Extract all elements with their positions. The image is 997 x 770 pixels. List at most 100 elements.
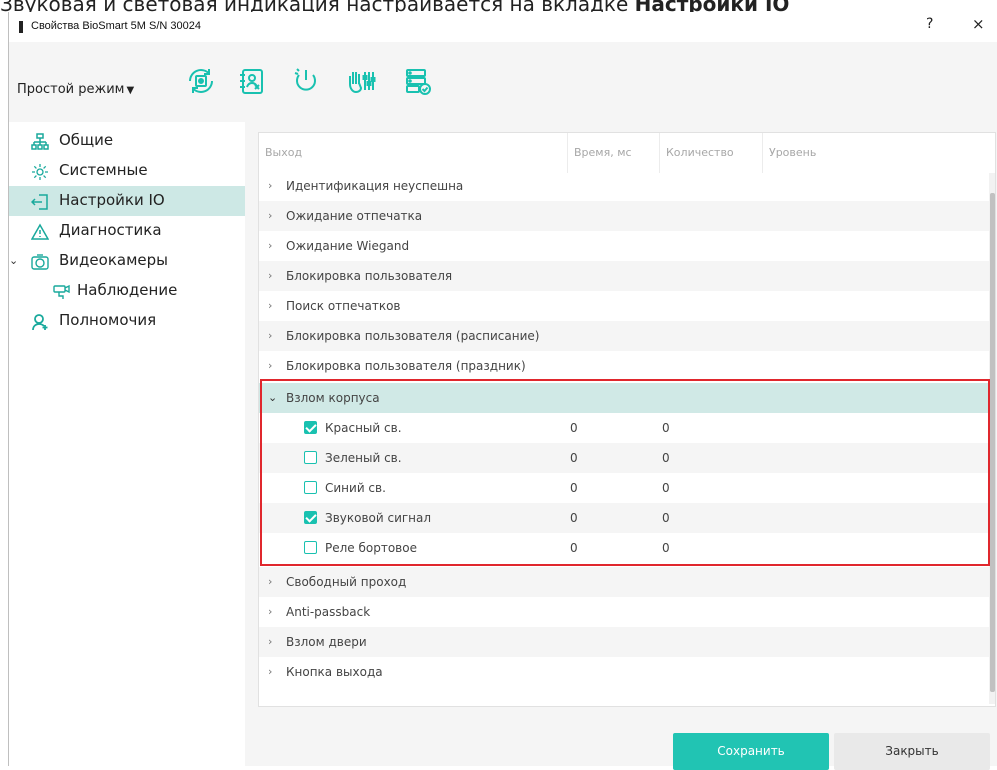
sidebar-item-general[interactable]: Общие xyxy=(9,126,245,156)
child-row[interactable]: Красный св. 0 0 xyxy=(259,413,989,443)
chevron-down-icon[interactable]: ⌄ xyxy=(268,383,277,413)
row-label: Ожидание Wiegand xyxy=(286,239,410,253)
time-value[interactable]: 0 xyxy=(570,473,578,503)
table-header: Выход Время, мс Количество Уровень xyxy=(259,133,995,173)
row-label: Зеленый св. xyxy=(325,451,402,465)
row-label: Блокировка пользователя (праздник) xyxy=(286,359,526,373)
table-row-expanded[interactable]: ⌄ Взлом корпуса xyxy=(259,383,989,413)
outputs-table: Выход Время, мс Количество Уровень › Иде… xyxy=(258,132,996,707)
row-label: Красный св. xyxy=(325,421,402,435)
row-label: Поиск отпечатков xyxy=(286,299,401,313)
sidebar-item-label: Диагностика xyxy=(59,221,162,239)
time-value[interactable]: 0 xyxy=(570,503,578,533)
power-icon[interactable] xyxy=(289,64,323,98)
table-row[interactable]: › Блокировка пользователя (праздник) xyxy=(259,351,989,381)
title-bar: Свойства BioSmart 5M S/N 30024 ? × xyxy=(9,12,997,42)
row-label: Звуковой сигнал xyxy=(325,511,432,525)
table-row[interactable]: › Кнопка выхода xyxy=(259,657,989,687)
sidebar-item-cameras[interactable]: ⌄ Видеокамеры xyxy=(9,246,245,276)
sidebar-item-diagnostics[interactable]: Диагностика xyxy=(9,216,245,246)
row-label: Взлом двери xyxy=(286,635,367,649)
properties-window: Свойства BioSmart 5M S/N 30024 ? × Прост… xyxy=(8,12,997,770)
table-row[interactable]: › Свободный проход xyxy=(259,567,989,597)
row-label: Взлом корпуса xyxy=(286,391,380,405)
count-value[interactable]: 0 xyxy=(662,413,670,443)
camera-icon xyxy=(31,252,49,270)
chevron-right-icon[interactable]: › xyxy=(268,657,272,687)
chevron-down-icon: ▼ xyxy=(126,85,135,96)
chevron-right-icon[interactable]: › xyxy=(268,261,272,291)
checkbox-red-light[interactable] xyxy=(304,421,317,434)
chevron-right-icon[interactable]: › xyxy=(268,627,272,657)
count-value[interactable]: 0 xyxy=(662,503,670,533)
scrollbar-thumb[interactable] xyxy=(990,193,995,692)
chevron-right-icon[interactable]: › xyxy=(268,171,272,201)
row-label: Блокировка пользователя xyxy=(286,269,453,283)
table-row[interactable]: › Идентификация неуспешна xyxy=(259,171,989,201)
time-value[interactable]: 0 xyxy=(570,533,578,563)
chevron-right-icon[interactable]: › xyxy=(268,321,272,351)
sidebar-item-label: Общие xyxy=(59,131,114,149)
checkbox-green-light[interactable] xyxy=(304,451,317,464)
row-label: Блокировка пользователя (расписание) xyxy=(286,329,540,343)
chevron-right-icon[interactable]: › xyxy=(268,291,272,321)
window-title: Свойства BioSmart 5M S/N 30024 xyxy=(31,20,201,32)
time-value[interactable]: 0 xyxy=(570,413,578,443)
checkbox-sound-signal[interactable] xyxy=(304,511,317,524)
save-button[interactable]: Сохранить xyxy=(673,733,829,770)
table-row[interactable]: › Ожидание отпечатка xyxy=(259,201,989,231)
child-row[interactable]: Реле бортовое 0 0 xyxy=(259,533,989,563)
chevron-right-icon[interactable]: › xyxy=(268,597,272,627)
chevron-right-icon[interactable]: › xyxy=(268,201,272,231)
hand-sliders-icon[interactable] xyxy=(344,64,378,98)
time-value[interactable]: 0 xyxy=(570,443,578,473)
table-row[interactable]: › Блокировка пользователя (расписание) xyxy=(259,321,989,351)
column-header-time[interactable]: Время, мс xyxy=(568,133,660,173)
close-window-button[interactable]: × xyxy=(972,15,985,33)
table-row[interactable]: › Ожидание Wiegand xyxy=(259,231,989,261)
table-row[interactable]: › Anti-passback xyxy=(259,597,989,627)
checkbox-blue-light[interactable] xyxy=(304,481,317,494)
sidebar-item-io-settings[interactable]: Настройки IO xyxy=(9,186,245,216)
mode-label: Простой режим xyxy=(17,82,125,97)
column-header-output[interactable]: Выход xyxy=(259,133,568,173)
count-value[interactable]: 0 xyxy=(662,473,670,503)
row-label: Ожидание отпечатка xyxy=(286,209,423,223)
app-icon xyxy=(19,21,23,33)
server-check-icon[interactable] xyxy=(401,64,435,98)
checkbox-onboard-relay[interactable] xyxy=(304,541,317,554)
help-button[interactable]: ? xyxy=(926,16,933,32)
chevron-down-icon[interactable]: ⌄ xyxy=(9,247,18,275)
warning-icon xyxy=(30,222,50,240)
sidebar: Общие Системные Настройки IO Диагностика… xyxy=(9,122,245,766)
network-icon xyxy=(31,132,49,150)
sidebar-item-label: Видеокамеры xyxy=(59,251,168,269)
table-row[interactable]: › Блокировка пользователя xyxy=(259,261,989,291)
user-add-icon xyxy=(31,312,49,331)
close-button[interactable]: Закрыть xyxy=(834,733,990,770)
mode-dropdown[interactable]: Простой режим ▼ xyxy=(17,82,134,97)
sidebar-item-label: Настройки IO xyxy=(59,191,165,209)
column-header-count[interactable]: Количество xyxy=(660,133,763,173)
table-row[interactable]: › Взлом двери xyxy=(259,627,989,657)
chevron-right-icon[interactable]: › xyxy=(268,231,272,261)
table-row[interactable]: › Поиск отпечатков xyxy=(259,291,989,321)
row-label: Реле бортовое xyxy=(325,541,417,555)
signin-icon xyxy=(30,192,49,210)
child-row[interactable]: Звуковой сигнал 0 0 xyxy=(259,503,989,533)
cctv-icon xyxy=(53,282,71,300)
count-value[interactable]: 0 xyxy=(662,533,670,563)
row-label: Свободный проход xyxy=(286,575,407,589)
child-row[interactable]: Зеленый св. 0 0 xyxy=(259,443,989,473)
count-value[interactable]: 0 xyxy=(662,443,670,473)
chevron-right-icon[interactable]: › xyxy=(268,351,272,381)
column-header-level[interactable]: Уровень xyxy=(763,133,989,173)
contact-card-icon[interactable] xyxy=(235,64,269,98)
sidebar-item-permissions[interactable]: Полномочия xyxy=(9,306,245,336)
child-row[interactable]: Синий св. 0 0 xyxy=(259,473,989,503)
sidebar-item-system[interactable]: Системные xyxy=(9,156,245,186)
row-label: Кнопка выхода xyxy=(286,665,383,679)
sync-chip-icon[interactable] xyxy=(184,64,218,98)
chevron-right-icon[interactable]: › xyxy=(268,567,272,597)
sidebar-item-surveillance[interactable]: Наблюдение xyxy=(9,276,245,306)
